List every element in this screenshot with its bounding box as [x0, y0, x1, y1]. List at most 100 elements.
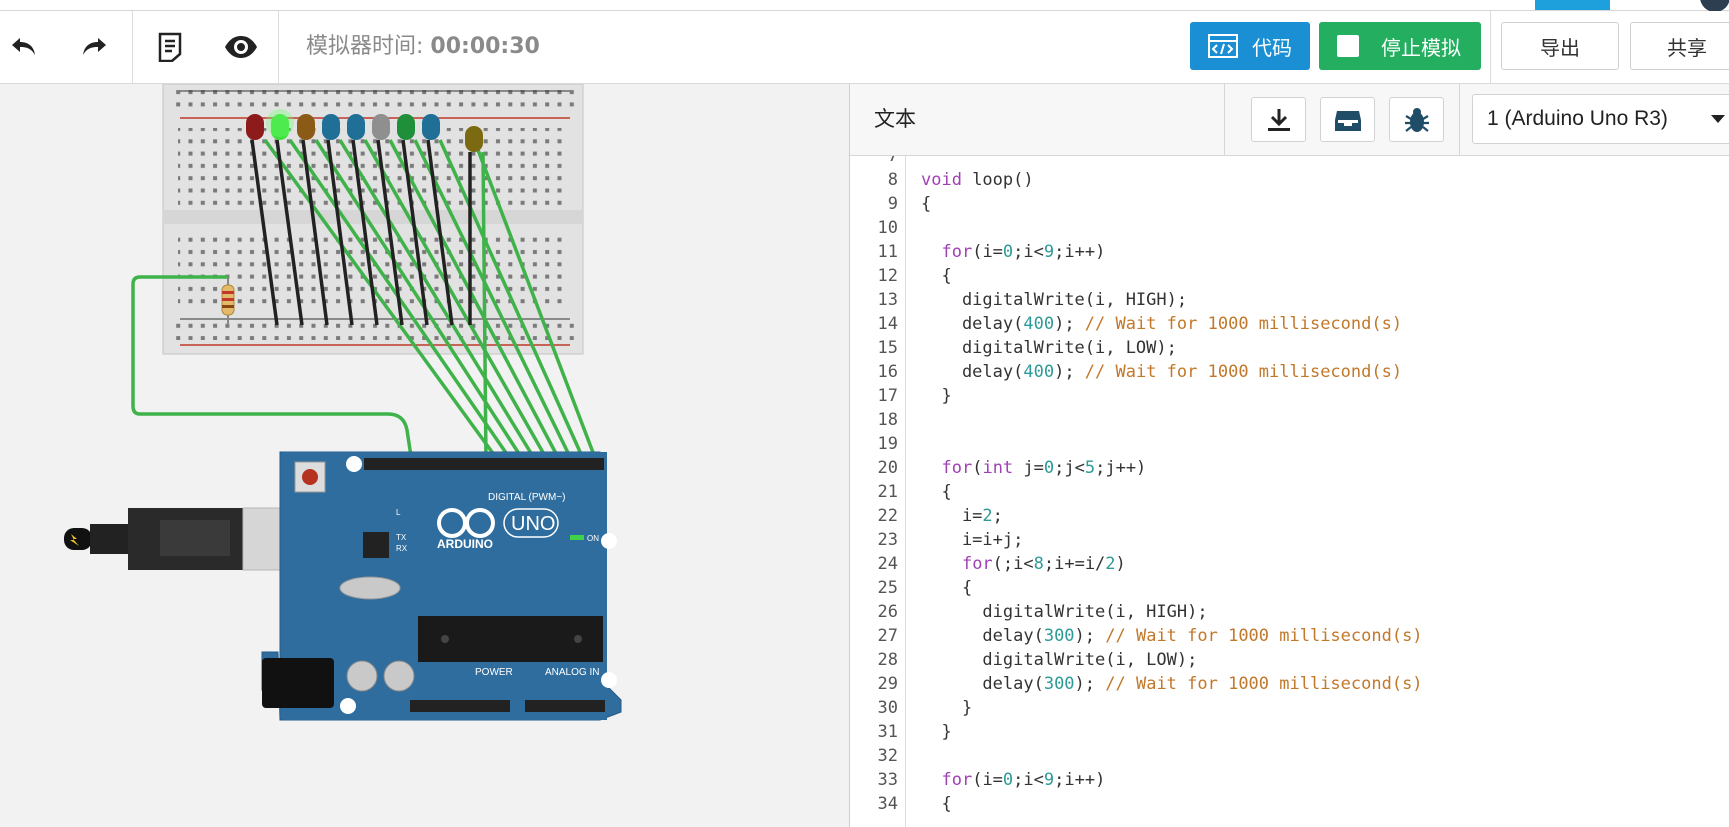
line-text[interactable]: for(;i<8;i+=i/2): [921, 552, 1126, 576]
header-divider: [1224, 84, 1225, 155]
code-line[interactable]: 34 {: [850, 792, 1729, 816]
led[interactable]: [397, 114, 415, 140]
code-line[interactable]: 29 delay(300); // Wait for 1000 millisec…: [850, 672, 1729, 696]
line-text[interactable]: delay(300); // Wait for 1000 millisecond…: [921, 624, 1422, 648]
power-header[interactable]: [410, 700, 510, 712]
undo-button[interactable]: [0, 11, 48, 83]
toolbar-divider: [132, 11, 133, 83]
code-line[interactable]: 30 }: [850, 696, 1729, 720]
led[interactable]: [422, 114, 440, 140]
line-text[interactable]: for(int j=0;j<5;j++): [921, 456, 1146, 480]
circuit-canvas[interactable]: DIGITAL (PWM~) POWER ANALOG IN ARDUINO U…: [0, 84, 849, 827]
led[interactable]: [322, 114, 340, 140]
line-text[interactable]: }: [921, 384, 951, 408]
code-line[interactable]: 17 }: [850, 384, 1729, 408]
on-label: ON: [587, 534, 599, 543]
code-line[interactable]: 23 i=i+j;: [850, 528, 1729, 552]
line-text[interactable]: for(i=0;i<9;i++): [921, 240, 1105, 264]
code-line[interactable]: 24 for(;i<8;i+=i/2): [850, 552, 1729, 576]
stop-simulation-button[interactable]: 停止模拟: [1319, 22, 1481, 70]
line-number: 31: [877, 722, 898, 742]
power-jack[interactable]: [262, 658, 334, 708]
line-number: 22: [877, 506, 898, 526]
active-tab-indicator[interactable]: [1535, 0, 1610, 10]
library-button[interactable]: [1320, 97, 1375, 142]
code-editor[interactable]: 7 8 void loop() 9{10 11 for(i=0;i<9;i++) 12 {…: [850, 156, 1729, 827]
code-lines[interactable]: 7 8 void loop() 9{10 11 for(i=0;i<9;i++) 12 {…: [850, 156, 1729, 816]
code-line[interactable]: 22 i=2;: [850, 504, 1729, 528]
line-text[interactable]: for(i=0;i<9;i++): [921, 768, 1105, 792]
code-line[interactable]: 25 {: [850, 576, 1729, 600]
line-text[interactable]: delay(400); // Wait for 1000 millisecond…: [921, 312, 1402, 336]
toolbar: 模拟器时间: 00:00:30 代码 停止模拟 导出 共享: [0, 11, 1729, 84]
code-line[interactable]: 26 digitalWrite(i, HIGH);: [850, 600, 1729, 624]
code-line[interactable]: 14 delay(400); // Wait for 1000 millisec…: [850, 312, 1729, 336]
line-text[interactable]: digitalWrite(i, LOW);: [921, 648, 1197, 672]
code-line[interactable]: 21 {: [850, 480, 1729, 504]
analog-label: ANALOG IN: [545, 667, 599, 678]
line-text[interactable]: }: [921, 696, 972, 720]
line-number: 16: [877, 362, 898, 382]
line-text[interactable]: {: [921, 480, 951, 504]
line-text[interactable]: {: [921, 576, 972, 600]
code-line[interactable]: 33 for(i=0;i<9;i++): [850, 768, 1729, 792]
line-number: 25: [877, 578, 898, 598]
circuit-drawing[interactable]: DIGITAL (PWM~) POWER ANALOG IN ARDUINO U…: [0, 84, 849, 827]
code-panel-header: 文本 1 (Arduino Uno R3): [850, 84, 1729, 156]
line-text[interactable]: i=i+j;: [921, 528, 1023, 552]
line-text[interactable]: void loop(): [921, 168, 1034, 192]
led[interactable]: [372, 114, 390, 140]
download-button[interactable]: [1251, 97, 1306, 142]
code-line[interactable]: 19: [850, 432, 1729, 456]
arduino-board[interactable]: DIGITAL (PWM~) POWER ANALOG IN ARDUINO U…: [261, 451, 622, 721]
line-text[interactable]: digitalWrite(i, HIGH);: [921, 288, 1187, 312]
export-button[interactable]: 导出: [1501, 22, 1619, 70]
led[interactable]: [465, 126, 483, 152]
code-line[interactable]: 12 {: [850, 264, 1729, 288]
led[interactable]: [347, 114, 365, 140]
code-line[interactable]: 31 }: [850, 720, 1729, 744]
code-line[interactable]: 16 delay(400); // Wait for 1000 millisec…: [850, 360, 1729, 384]
line-text[interactable]: i=2;: [921, 504, 1003, 528]
redo-button[interactable]: [70, 11, 118, 83]
code-line[interactable]: 15 digitalWrite(i, LOW);: [850, 336, 1729, 360]
tx-label: TX: [396, 533, 407, 542]
line-text[interactable]: digitalWrite(i, LOW);: [921, 336, 1177, 360]
line-number: 23: [877, 530, 898, 550]
code-line[interactable]: 9{: [850, 192, 1729, 216]
line-text[interactable]: }: [921, 720, 951, 744]
line-text[interactable]: digitalWrite(i, HIGH);: [921, 600, 1207, 624]
line-text[interactable]: delay(300); // Wait for 1000 millisecond…: [921, 672, 1422, 696]
line-text[interactable]: {: [921, 192, 931, 216]
led[interactable]: [297, 114, 315, 140]
led[interactable]: [246, 114, 264, 140]
line-text[interactable]: delay(400); // Wait for 1000 millisecond…: [921, 360, 1402, 384]
bug-icon: [1404, 107, 1429, 132]
debugger-button[interactable]: [1389, 97, 1444, 142]
line-number: 13: [877, 290, 898, 310]
code-line[interactable]: 11 for(i=0;i<9;i++): [850, 240, 1729, 264]
code-line[interactable]: 27 delay(300); // Wait for 1000 millisec…: [850, 624, 1729, 648]
line-number: 7: [887, 156, 898, 166]
digital-header[interactable]: [364, 458, 604, 470]
share-button[interactable]: 共享: [1630, 22, 1729, 70]
code-button[interactable]: 代码: [1190, 22, 1310, 70]
chevron-down-icon: [1711, 115, 1725, 123]
visibility-button[interactable]: [216, 11, 266, 83]
code-line[interactable]: 13 digitalWrite(i, HIGH);: [850, 288, 1729, 312]
export-button-label: 导出: [1540, 37, 1580, 60]
code-line[interactable]: 18: [850, 408, 1729, 432]
notes-button[interactable]: [146, 11, 194, 83]
code-mode-title[interactable]: 文本: [874, 84, 916, 155]
line-number: 19: [877, 434, 898, 454]
code-line[interactable]: 28 digitalWrite(i, LOW);: [850, 648, 1729, 672]
code-line[interactable]: 32: [850, 744, 1729, 768]
code-line[interactable]: 7: [850, 156, 1729, 168]
code-line[interactable]: 8 void loop(): [850, 168, 1729, 192]
analog-header[interactable]: [525, 700, 605, 712]
code-line[interactable]: 20 for(int j=0;j<5;j++): [850, 456, 1729, 480]
code-line[interactable]: 10: [850, 216, 1729, 240]
line-text[interactable]: {: [921, 792, 951, 816]
device-select[interactable]: 1 (Arduino Uno R3): [1472, 94, 1729, 144]
line-text[interactable]: {: [921, 264, 951, 288]
